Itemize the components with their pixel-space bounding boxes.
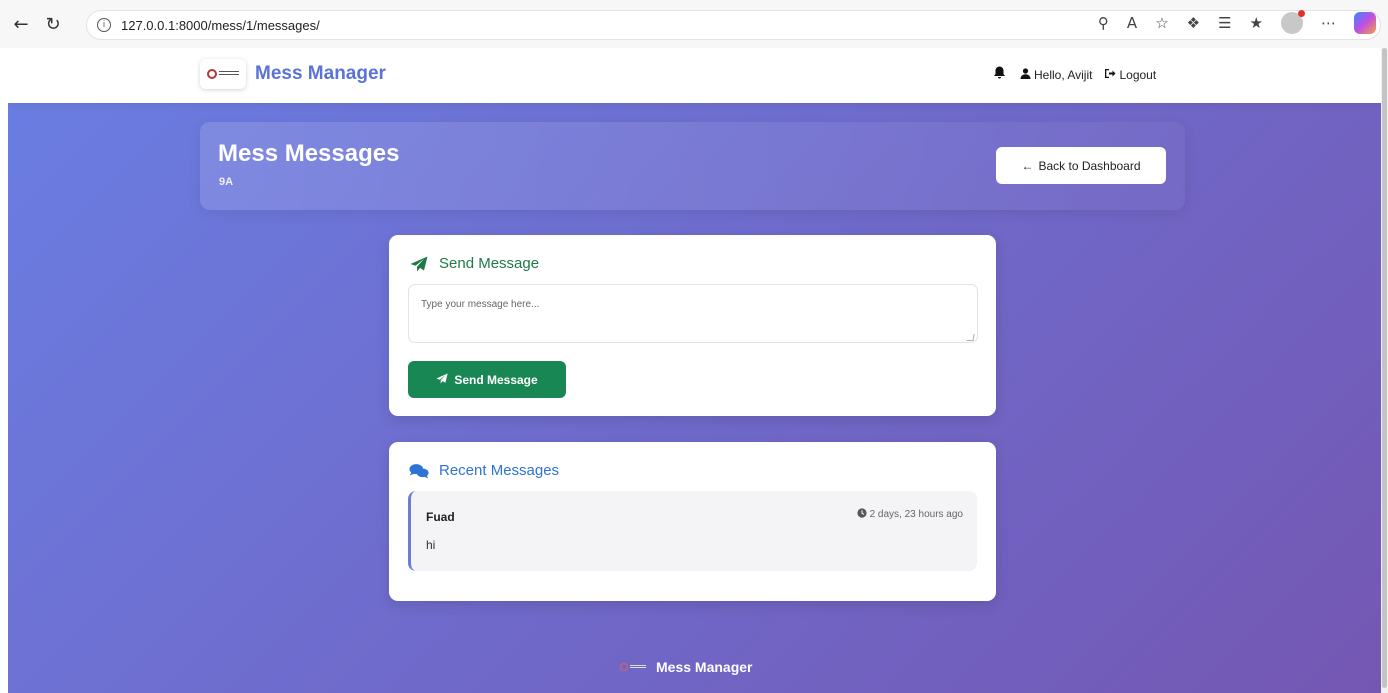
logout-icon: [1104, 68, 1116, 82]
paper-plane-icon: [436, 373, 448, 387]
clock-icon: [856, 508, 867, 521]
back-arrow-icon[interactable]: ←: [8, 11, 34, 37]
favorites-list-icon[interactable]: ★: [1250, 14, 1263, 32]
send-message-title: Send Message: [439, 255, 540, 272]
paper-plane-icon: [409, 256, 429, 272]
browser-toolbar: ← ↻ i 127.0.0.1:8000/mess/1/messages/ ⚲ …: [0, 0, 1388, 48]
brand-name: Mess Manager: [255, 63, 386, 84]
favorite-star-icon[interactable]: ☆: [1155, 14, 1168, 32]
send-message-heading: Send Message: [409, 255, 539, 272]
scrollbar-thumb[interactable]: [1382, 48, 1387, 688]
message-author: Fuad: [426, 510, 455, 524]
arrow-left-icon: ←: [1021, 158, 1034, 173]
footer-brand-name: Mess Manager: [656, 659, 753, 675]
brand-link[interactable]: Mess Manager: [200, 59, 386, 89]
page-header-card: Mess Messages 9A ← Back to Dashboard: [200, 122, 1185, 210]
message-timestamp: 2 days, 23 hours ago: [856, 508, 963, 521]
copilot-icon[interactable]: [1354, 12, 1376, 34]
url-text[interactable]: 127.0.0.1:8000/mess/1/messages/: [121, 18, 320, 33]
footer-brand: Mess Manager: [620, 659, 752, 675]
textarea-resize-grip[interactable]: [966, 334, 975, 341]
mess-name: 9A: [219, 176, 234, 188]
message-item: Fuad 2 days, 23 hours ago hi: [408, 491, 977, 571]
message-input[interactable]: [408, 284, 978, 343]
page-scrollbar[interactable]: [1381, 48, 1388, 693]
site-info-icon[interactable]: i: [97, 18, 111, 32]
more-menu-icon[interactable]: ⋯: [1321, 14, 1336, 32]
recent-messages-card: Recent Messages Fuad 2 days, 23 hours ag…: [389, 442, 996, 601]
reload-icon[interactable]: ↻: [40, 11, 66, 37]
message-body: hi: [426, 538, 436, 552]
collections-icon[interactable]: ☰: [1218, 14, 1231, 32]
browser-tools: ⚲ A ☆ ❖ ☰ ★ ⋯: [1098, 10, 1376, 34]
back-button-label: Back to Dashboard: [1038, 158, 1141, 173]
top-navbar: Mess Manager Hello, Avijit Logout: [8, 48, 1381, 103]
page-viewport: Mess Manager Hello, Avijit Logout Mess M…: [8, 48, 1381, 693]
logout-label: Logout: [1119, 67, 1157, 82]
page-title: Mess Messages: [218, 140, 400, 167]
send-button-label: Send Message: [454, 372, 538, 387]
message-time-text: 2 days, 23 hours ago: [869, 509, 963, 520]
brand-logo-icon: [200, 59, 246, 89]
nav-right: Hello, Avijit Logout: [993, 66, 1156, 83]
profile-avatar[interactable]: [1281, 10, 1305, 34]
send-message-card: Send Message Send Message: [389, 235, 996, 416]
recent-messages-heading: Recent Messages: [409, 462, 559, 479]
chat-bubbles-icon: [409, 463, 429, 479]
bell-icon[interactable]: [993, 66, 1006, 83]
back-to-dashboard-button[interactable]: ← Back to Dashboard: [996, 147, 1166, 184]
read-aloud-icon[interactable]: A: [1127, 14, 1137, 32]
logout-link[interactable]: Logout: [1104, 68, 1156, 82]
user-profile-link[interactable]: Hello, Avijit: [1020, 68, 1092, 82]
zoom-icon[interactable]: ⚲: [1098, 14, 1109, 32]
user-icon: [1020, 67, 1031, 82]
footer-logo-icon: [620, 662, 646, 672]
user-greeting: Hello, Avijit: [1034, 67, 1093, 82]
recent-messages-title: Recent Messages: [439, 462, 560, 479]
extensions-icon[interactable]: ❖: [1187, 14, 1200, 32]
send-message-button[interactable]: Send Message: [408, 361, 566, 398]
